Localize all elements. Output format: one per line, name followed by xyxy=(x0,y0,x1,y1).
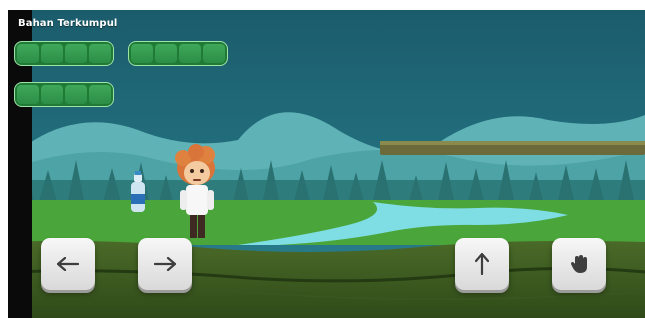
arrow-up-icon xyxy=(475,253,489,275)
ingredient-slot xyxy=(131,44,153,63)
move-right-button[interactable] xyxy=(138,238,192,290)
ingredient-slots-row-1a xyxy=(14,41,114,66)
ingredient-slot xyxy=(17,44,39,63)
ingredient-slot xyxy=(65,85,87,104)
game-frame: Bahan Terkumpul xyxy=(0,0,645,318)
ingredient-slot xyxy=(89,44,111,63)
hud-title: Bahan Terkumpul xyxy=(18,18,118,29)
ingredient-slot xyxy=(179,44,201,63)
move-left-button[interactable] xyxy=(41,238,95,290)
ingredient-slots-row-1b xyxy=(128,41,228,66)
ingredient-slot xyxy=(203,44,225,63)
ingredient-slot xyxy=(41,85,63,104)
grab-button[interactable] xyxy=(552,238,606,290)
ingredient-slot xyxy=(41,44,63,63)
arrow-right-icon xyxy=(154,257,176,271)
ingredient-slot xyxy=(17,85,39,104)
jump-button[interactable] xyxy=(455,238,509,290)
ingredient-slot xyxy=(65,44,87,63)
hand-icon xyxy=(571,255,587,273)
arrow-left-icon xyxy=(57,257,79,271)
ingredient-slot xyxy=(155,44,177,63)
ingredient-slot xyxy=(89,85,111,104)
ingredient-slots-row-2 xyxy=(14,82,114,107)
